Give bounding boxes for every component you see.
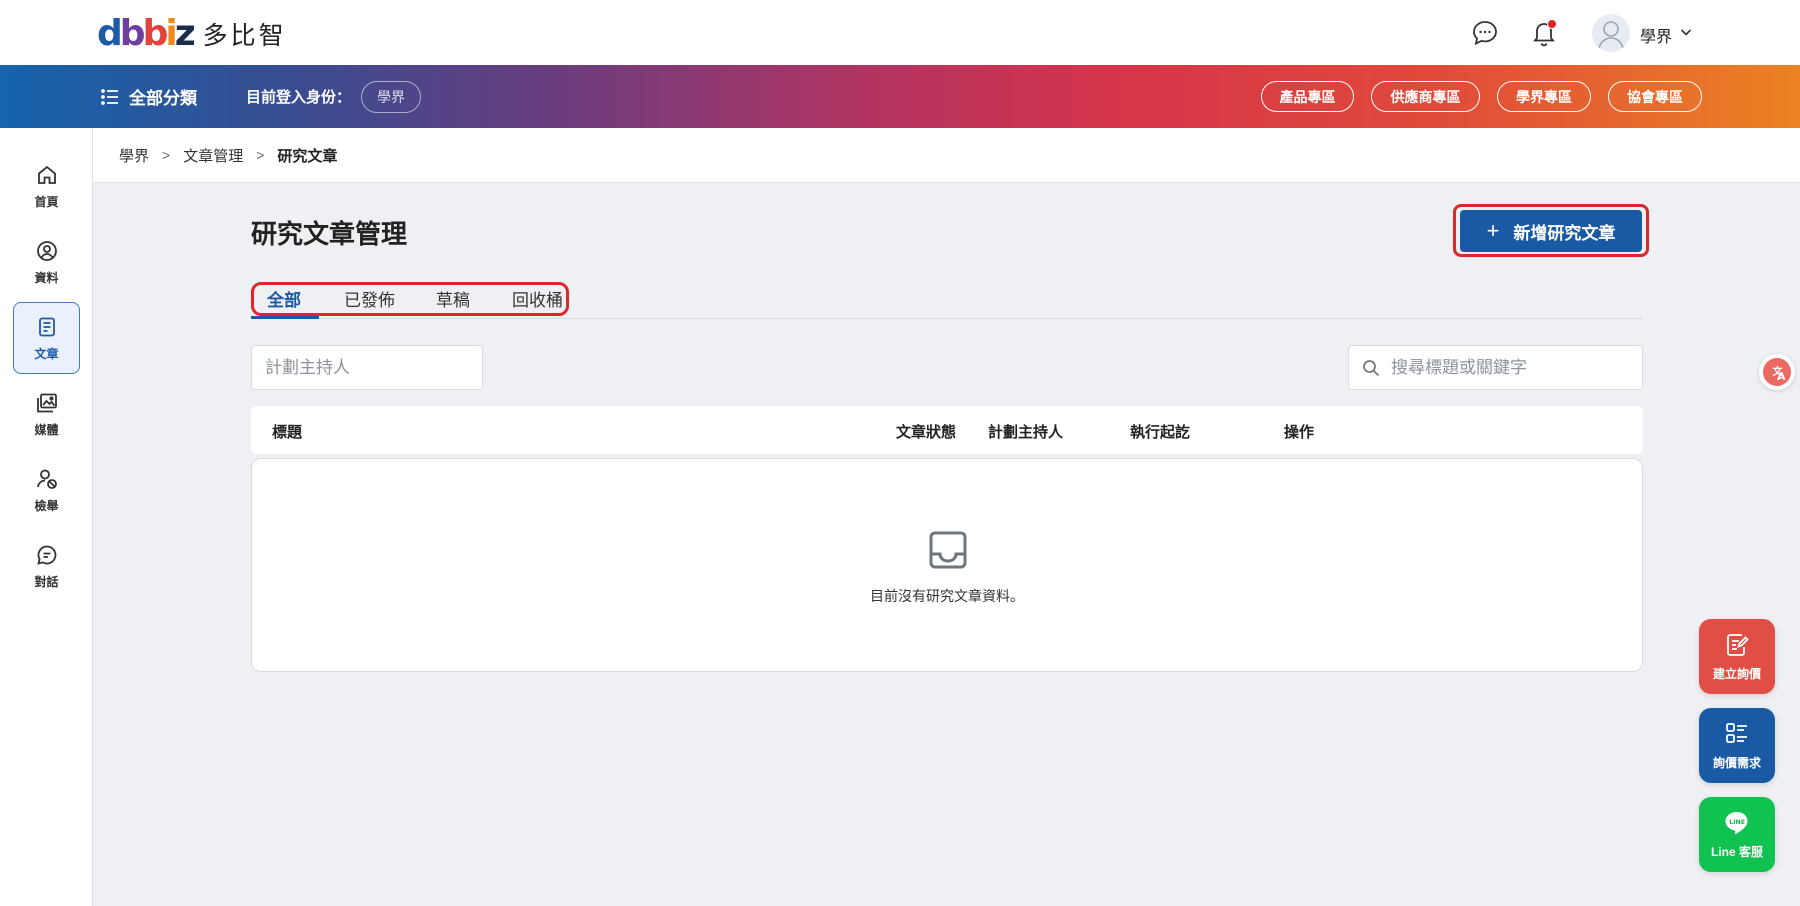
edit-document-icon xyxy=(1723,631,1751,659)
svg-text:A: A xyxy=(1777,370,1786,383)
report-user-icon xyxy=(35,467,59,491)
all-categories-label: 全部分類 xyxy=(129,84,197,109)
add-research-article-button[interactable]: + 新增研究文章 xyxy=(1460,210,1642,252)
category-navbar: 全部分類 目前登入身份： 學界 產品專區 供應商專區 學界專區 協會專區 xyxy=(0,65,1800,128)
breadcrumb: 學界 > 文章管理 > 研究文章 xyxy=(93,128,1800,183)
translate-button[interactable]: 文A xyxy=(1759,354,1795,390)
identity-badge: 學界 xyxy=(361,81,421,113)
home-icon xyxy=(35,163,59,187)
translate-icon: 文A xyxy=(1759,354,1795,390)
sidebar-item-label: 資料 xyxy=(34,269,58,286)
column-execution-period: 執行起訖 xyxy=(1130,421,1190,442)
search-input[interactable] xyxy=(1391,346,1636,389)
line-icon: LINE xyxy=(1723,809,1751,837)
column-status: 文章狀態 xyxy=(896,421,956,442)
bell-icon[interactable] xyxy=(1529,18,1559,48)
sidebar-item-label: 對話 xyxy=(34,573,58,590)
zone-suppliers-button[interactable]: 供應商專區 xyxy=(1371,81,1480,112)
avatar[interactable] xyxy=(1592,14,1630,52)
active-tab-indicator xyxy=(251,316,319,319)
sidebar-item-articles[interactable]: 文章 xyxy=(13,302,80,374)
sidebar-item-reports[interactable]: 檢舉 xyxy=(13,454,80,526)
tabs-divider xyxy=(251,318,1643,319)
chevron-down-icon[interactable] xyxy=(1678,24,1694,40)
list-icon xyxy=(1723,720,1751,748)
chat-bubble-icon xyxy=(35,543,59,567)
principal-investigator-filter[interactable] xyxy=(251,345,483,390)
media-icon xyxy=(35,391,59,415)
top-header: dbbiz 多比智 學界 xyxy=(0,0,1800,65)
sidebar-item-label: 首頁 xyxy=(34,193,58,210)
user-circle-icon xyxy=(35,239,59,263)
sidebar-item-label: 檢舉 xyxy=(34,497,58,514)
logo-name: 多比智 xyxy=(203,16,287,52)
column-title: 標題 xyxy=(272,421,302,442)
line-support-button[interactable]: LINE Line 客服 xyxy=(1699,797,1775,872)
all-categories-button[interactable]: 全部分類 xyxy=(100,65,197,128)
inquiry-needs-label: 詢價需求 xyxy=(1713,754,1761,771)
plus-icon: + xyxy=(1487,220,1500,242)
tab-drafts[interactable]: 草稿 xyxy=(436,286,470,311)
column-principal-investigator: 計劃主持人 xyxy=(988,421,1063,442)
column-actions: 操作 xyxy=(1284,421,1314,442)
sidebar-item-label: 文章 xyxy=(34,345,58,362)
table-body: 目前沒有研究文章資料。 xyxy=(251,458,1643,672)
create-inquiry-button[interactable]: 建立詢價 xyxy=(1699,619,1775,694)
zone-academia-button[interactable]: 學界專區 xyxy=(1497,81,1591,112)
search-box[interactable] xyxy=(1348,345,1643,390)
breadcrumb-item-current: 研究文章 xyxy=(277,145,337,166)
create-inquiry-label: 建立詢價 xyxy=(1713,665,1761,682)
identity-label: 目前登入身份： xyxy=(246,86,351,107)
chevron-right-icon: > xyxy=(256,147,264,163)
table-header: 標題 文章狀態 計劃主持人 執行起訖 操作 xyxy=(251,406,1643,454)
empty-state-text: 目前沒有研究文章資料。 xyxy=(252,586,1642,606)
user-name[interactable]: 學界 xyxy=(1640,23,1672,47)
add-button-label: 新增研究文章 xyxy=(1513,219,1615,244)
tab-published[interactable]: 已發佈 xyxy=(344,286,395,311)
breadcrumb-item-academia[interactable]: 學界 xyxy=(119,145,149,166)
chat-icon[interactable] xyxy=(1470,18,1500,48)
logo-mark: dbbiz xyxy=(97,14,193,54)
login-identity: 目前登入身份： 學界 xyxy=(246,65,421,128)
line-logo-text: LINE xyxy=(1729,819,1745,826)
sidebar-item-home[interactable]: 首頁 xyxy=(13,150,80,222)
sidebar-item-label: 媒體 xyxy=(34,421,58,438)
line-support-label: Line 客服 xyxy=(1711,843,1763,860)
breadcrumb-item-article-management[interactable]: 文章管理 xyxy=(183,145,243,166)
sidebar-item-media[interactable]: 媒體 xyxy=(13,378,80,450)
sidebar-item-messages[interactable]: 對話 xyxy=(13,530,80,602)
zone-associations-button[interactable]: 協會專區 xyxy=(1608,81,1702,112)
tab-all[interactable]: 全部 xyxy=(267,286,301,311)
sidebar-item-profile[interactable]: 資料 xyxy=(13,226,80,298)
tab-recycle-bin[interactable]: 回收桶 xyxy=(512,286,563,311)
list-icon xyxy=(100,87,120,107)
zone-products-button[interactable]: 產品專區 xyxy=(1261,81,1354,112)
article-icon xyxy=(35,315,59,339)
notification-dot xyxy=(1547,19,1557,29)
logo[interactable]: dbbiz 多比智 xyxy=(97,14,287,54)
sidebar: 首頁 資料 文章 媒體 檢舉 對話 xyxy=(0,128,93,906)
inbox-icon xyxy=(928,530,968,570)
page-title: 研究文章管理 xyxy=(251,214,407,251)
search-icon xyxy=(1362,359,1380,377)
inquiry-needs-button[interactable]: 詢價需求 xyxy=(1699,708,1775,783)
chevron-right-icon: > xyxy=(162,147,170,163)
